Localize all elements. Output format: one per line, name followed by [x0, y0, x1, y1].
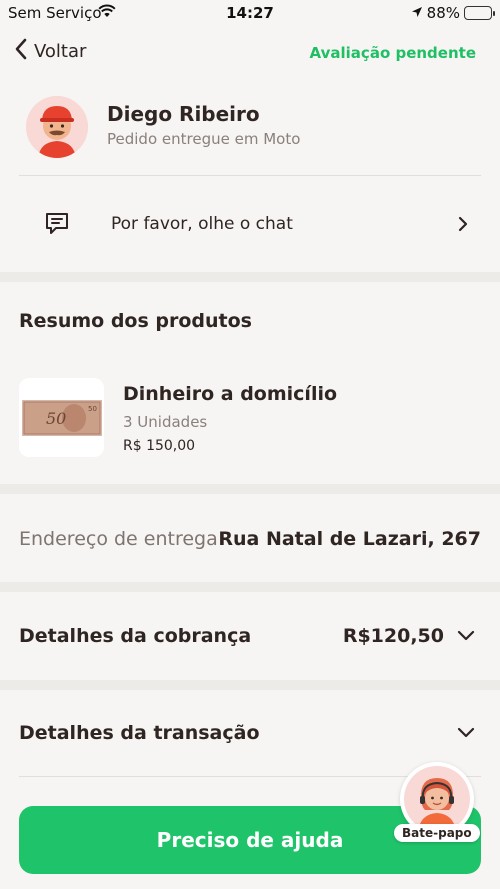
billing-details-toggle[interactable]: Detalhes da cobrança R$120,50 — [19, 623, 481, 653]
courier-avatar — [26, 96, 88, 158]
banknote-value-corner: 50 — [88, 405, 97, 413]
back-label: Voltar — [34, 41, 87, 62]
divider — [19, 175, 481, 176]
top-nav: Voltar Avaliação pendente — [0, 36, 500, 68]
status-bar: Sem Serviço 14:27 88% — [0, 0, 500, 26]
transaction-label: Detalhes da transação — [19, 722, 260, 744]
delivery-method: Pedido entregue em Moto — [107, 130, 301, 148]
courier-card: Diego Ribeiro Pedido entregue em Moto — [0, 92, 500, 174]
chat-prompt-label: Por favor, olhe o chat — [111, 214, 293, 234]
support-chat-button[interactable]: Bate-papo — [394, 762, 480, 850]
courier-name: Diego Ribeiro — [107, 102, 260, 126]
transaction-details-toggle[interactable]: Detalhes da transação — [19, 720, 481, 750]
delivery-address-row: Endereço de entrega Rua Natal de Lazari,… — [19, 526, 481, 554]
chevron-down-icon — [457, 627, 475, 646]
support-chat-label: Bate-papo — [394, 824, 480, 842]
product-image: 50 50 — [19, 378, 104, 457]
battery-percent: 88% — [426, 4, 460, 22]
banknote-value: 50 — [46, 409, 66, 428]
chevron-right-icon — [458, 216, 468, 236]
chevron-down-icon — [457, 724, 475, 743]
status-right: 88% — [411, 4, 495, 22]
chevron-left-icon — [14, 38, 28, 65]
product-price: R$ 150,00 — [123, 438, 196, 454]
section-separator — [0, 582, 500, 592]
billing-total: R$120,50 — [342, 625, 444, 647]
address-value: Rua Natal de Lazari, 267 — [218, 528, 481, 550]
location-arrow-icon — [411, 4, 423, 22]
product-name: Dinheiro a domicílio — [123, 383, 338, 405]
product-quantity: 3 Unidades — [123, 413, 208, 431]
billing-label: Detalhes da cobrança — [19, 625, 252, 647]
section-separator — [0, 484, 500, 494]
product-item: 50 50 Dinheiro a domicílio 3 Unidades R$… — [0, 378, 500, 460]
section-separator — [0, 680, 500, 690]
battery-icon — [464, 6, 495, 20]
section-separator — [0, 272, 500, 282]
address-label: Endereço de entrega — [19, 528, 218, 550]
products-summary-title: Resumo dos produtos — [19, 310, 252, 332]
back-button[interactable]: Voltar — [14, 38, 86, 65]
rating-pending-link[interactable]: Avaliação pendente — [310, 44, 476, 62]
open-chat-row[interactable]: Por favor, olhe o chat — [0, 196, 500, 254]
message-icon — [44, 210, 70, 240]
